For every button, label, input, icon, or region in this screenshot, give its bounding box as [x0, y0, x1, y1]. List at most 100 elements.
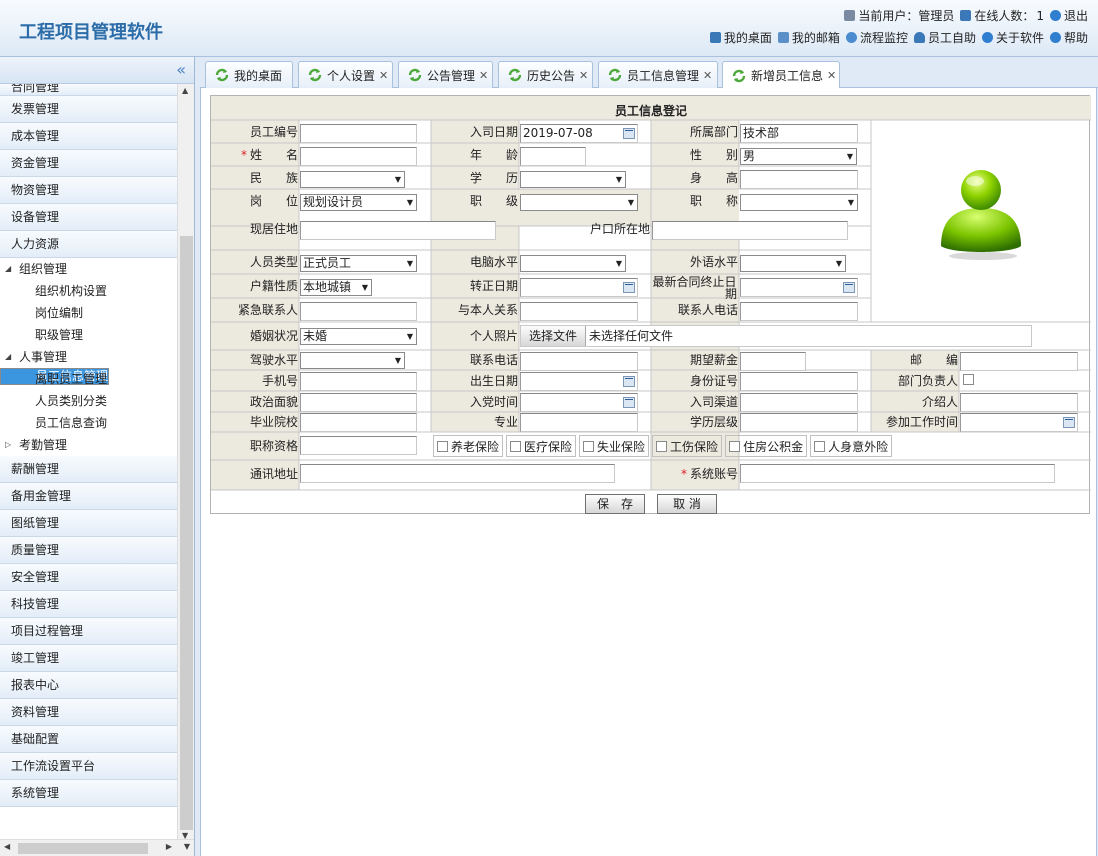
person-type-select[interactable]: 正式员工 ▼	[300, 255, 417, 272]
checkbox[interactable]	[510, 441, 522, 452]
ethnic-select[interactable]: ▼	[300, 171, 405, 188]
tree-node-employee-query[interactable]: 员工信息查询	[0, 412, 177, 434]
scroll-right-icon[interactable]: ▶	[166, 842, 172, 851]
calendar-icon[interactable]	[843, 282, 855, 293]
sidebar-item-drawings[interactable]: 图纸管理	[0, 510, 177, 537]
close-icon[interactable]: ✕	[479, 69, 488, 82]
join-date-input[interactable]: 2019-07-08	[520, 124, 638, 143]
relation-input[interactable]	[520, 302, 638, 321]
emergency-contact-input[interactable]	[300, 302, 417, 321]
sidebar-item-project-process[interactable]: 项目过程管理	[0, 618, 177, 645]
politics-input[interactable]	[300, 393, 417, 412]
sidebar-item-base-config[interactable]: 基础配置	[0, 726, 177, 753]
tab-personal-settings[interactable]: 个人设置 ✕	[298, 61, 393, 88]
sidebar-item-invoice[interactable]: 发票管理	[0, 96, 177, 123]
tree-node-org-structure[interactable]: 组织机构设置	[0, 280, 177, 302]
choose-file-button[interactable]: 选择文件	[521, 326, 586, 346]
sidebar-item-system[interactable]: 系统管理	[0, 780, 177, 807]
channel-input[interactable]	[740, 393, 858, 412]
insurance-housing-fund[interactable]: 住房公积金	[725, 435, 808, 457]
checkbox[interactable]	[437, 441, 448, 452]
tree-node-rank[interactable]: 职级管理	[0, 324, 177, 346]
calendar-icon[interactable]	[1063, 417, 1075, 428]
logout-link[interactable]: 退出	[1049, 7, 1088, 24]
sidebar-item-documents[interactable]: 资料管理	[0, 699, 177, 726]
sidebar-item-hr[interactable]: 人力资源	[0, 231, 177, 258]
sidebar-item-cost[interactable]: 成本管理	[0, 123, 177, 150]
close-icon[interactable]: ✕	[379, 69, 388, 82]
scrollbar-thumb[interactable]	[18, 843, 148, 854]
sidebar-item-funds[interactable]: 资金管理	[0, 150, 177, 177]
referrer-input[interactable]	[960, 393, 1078, 412]
cancel-button[interactable]: 取 消	[657, 494, 717, 514]
close-icon[interactable]: ✕	[703, 69, 712, 82]
link-about-software[interactable]: 关于软件	[981, 29, 1044, 46]
tab-new-employee[interactable]: 新增员工信息 ✕	[722, 61, 840, 89]
language-select[interactable]: ▼	[740, 255, 846, 272]
emp-no-input[interactable]	[300, 124, 417, 143]
scroll-right-icon[interactable]: ▼	[184, 842, 190, 851]
birth-date-input[interactable]	[520, 372, 638, 391]
account-input[interactable]	[740, 464, 1055, 483]
hukou-type-select[interactable]: 本地城镇 ▼	[300, 279, 372, 296]
calendar-icon[interactable]	[623, 282, 635, 293]
education-select[interactable]: ▼	[520, 171, 626, 188]
sidebar-item-petty-cash[interactable]: 备用金管理	[0, 483, 177, 510]
sidebar-vertical-scrollbar[interactable]: ▲ ▼	[177, 84, 194, 842]
work-start-input[interactable]	[960, 413, 1078, 432]
sidebar-item-workflow[interactable]: 工作流设置平台	[0, 753, 177, 780]
double-chevron-left-icon[interactable]: «	[176, 60, 186, 79]
checkbox[interactable]	[583, 441, 595, 452]
sidebar-item-quality[interactable]: 质量管理	[0, 537, 177, 564]
driving-select[interactable]: ▼	[300, 352, 405, 369]
sidebar-item-payroll[interactable]: 薪酬管理	[0, 456, 177, 483]
phone-input[interactable]	[520, 352, 638, 371]
edu-level-input[interactable]	[740, 413, 858, 432]
sidebar-item-materials[interactable]: 物资管理	[0, 177, 177, 204]
calendar-icon[interactable]	[623, 397, 635, 408]
calendar-icon[interactable]	[623, 376, 635, 387]
link-my-mailbox[interactable]: 我的邮箱	[777, 29, 840, 46]
checkbox[interactable]	[814, 441, 826, 452]
tab-announcements[interactable]: 公告管理 ✕	[398, 61, 493, 88]
sidebar-item-contract[interactable]: 合同管理	[0, 84, 177, 96]
post-select[interactable]: 规划设计员 ▼	[300, 194, 417, 211]
contact-phone-input[interactable]	[740, 302, 858, 321]
close-icon[interactable]: ✕	[827, 69, 836, 82]
salary-input[interactable]	[740, 352, 806, 371]
link-employee-self-service[interactable]: 员工自助	[913, 29, 976, 46]
insurance-unemployment[interactable]: 失业保险	[579, 435, 650, 457]
tree-node-org[interactable]: ◢ 组织管理	[0, 258, 177, 280]
sidebar-item-technology[interactable]: 科技管理	[0, 591, 177, 618]
gender-select[interactable]: 男 ▼	[740, 148, 857, 165]
marital-select[interactable]: 未婚 ▼	[300, 328, 417, 345]
insurance-medical[interactable]: 医疗保险	[506, 435, 577, 457]
save-button[interactable]: 保 存	[585, 494, 645, 514]
sidebar-horizontal-scrollbar[interactable]: ◀ ▶ ▼	[0, 839, 194, 856]
address-input[interactable]	[300, 221, 496, 240]
regular-date-input[interactable]	[520, 278, 638, 297]
height-input[interactable]	[740, 170, 858, 189]
school-input[interactable]	[300, 413, 417, 432]
checkbox[interactable]	[729, 441, 741, 452]
qualification-input[interactable]	[300, 436, 417, 455]
title-select[interactable]: ▼	[740, 194, 858, 211]
dept-input[interactable]: 技术部	[740, 124, 858, 143]
sidebar-item-reports[interactable]: 报表中心	[0, 672, 177, 699]
mobile-input[interactable]	[300, 372, 417, 391]
scroll-up-icon[interactable]: ▲	[182, 86, 188, 95]
insurance-pension[interactable]: 养老保险	[433, 435, 504, 457]
close-icon[interactable]: ✕	[579, 69, 588, 82]
link-help[interactable]: 帮助	[1049, 29, 1088, 46]
rank-select[interactable]: ▼	[520, 194, 638, 211]
sidebar-item-completion[interactable]: 竣工管理	[0, 645, 177, 672]
id-no-input[interactable]	[740, 372, 858, 391]
tab-employee-info[interactable]: 员工信息管理 ✕	[598, 61, 718, 88]
insurance-accident[interactable]: 人身意外险	[810, 435, 893, 457]
scrollbar-thumb[interactable]	[180, 236, 193, 830]
age-input[interactable]	[520, 147, 586, 166]
postcode-input[interactable]	[960, 352, 1078, 371]
tree-node-attendance[interactable]: ▷ 考勤管理	[0, 434, 177, 456]
dept-head-checkbox[interactable]	[963, 374, 974, 385]
contract-end-input[interactable]	[740, 278, 858, 297]
